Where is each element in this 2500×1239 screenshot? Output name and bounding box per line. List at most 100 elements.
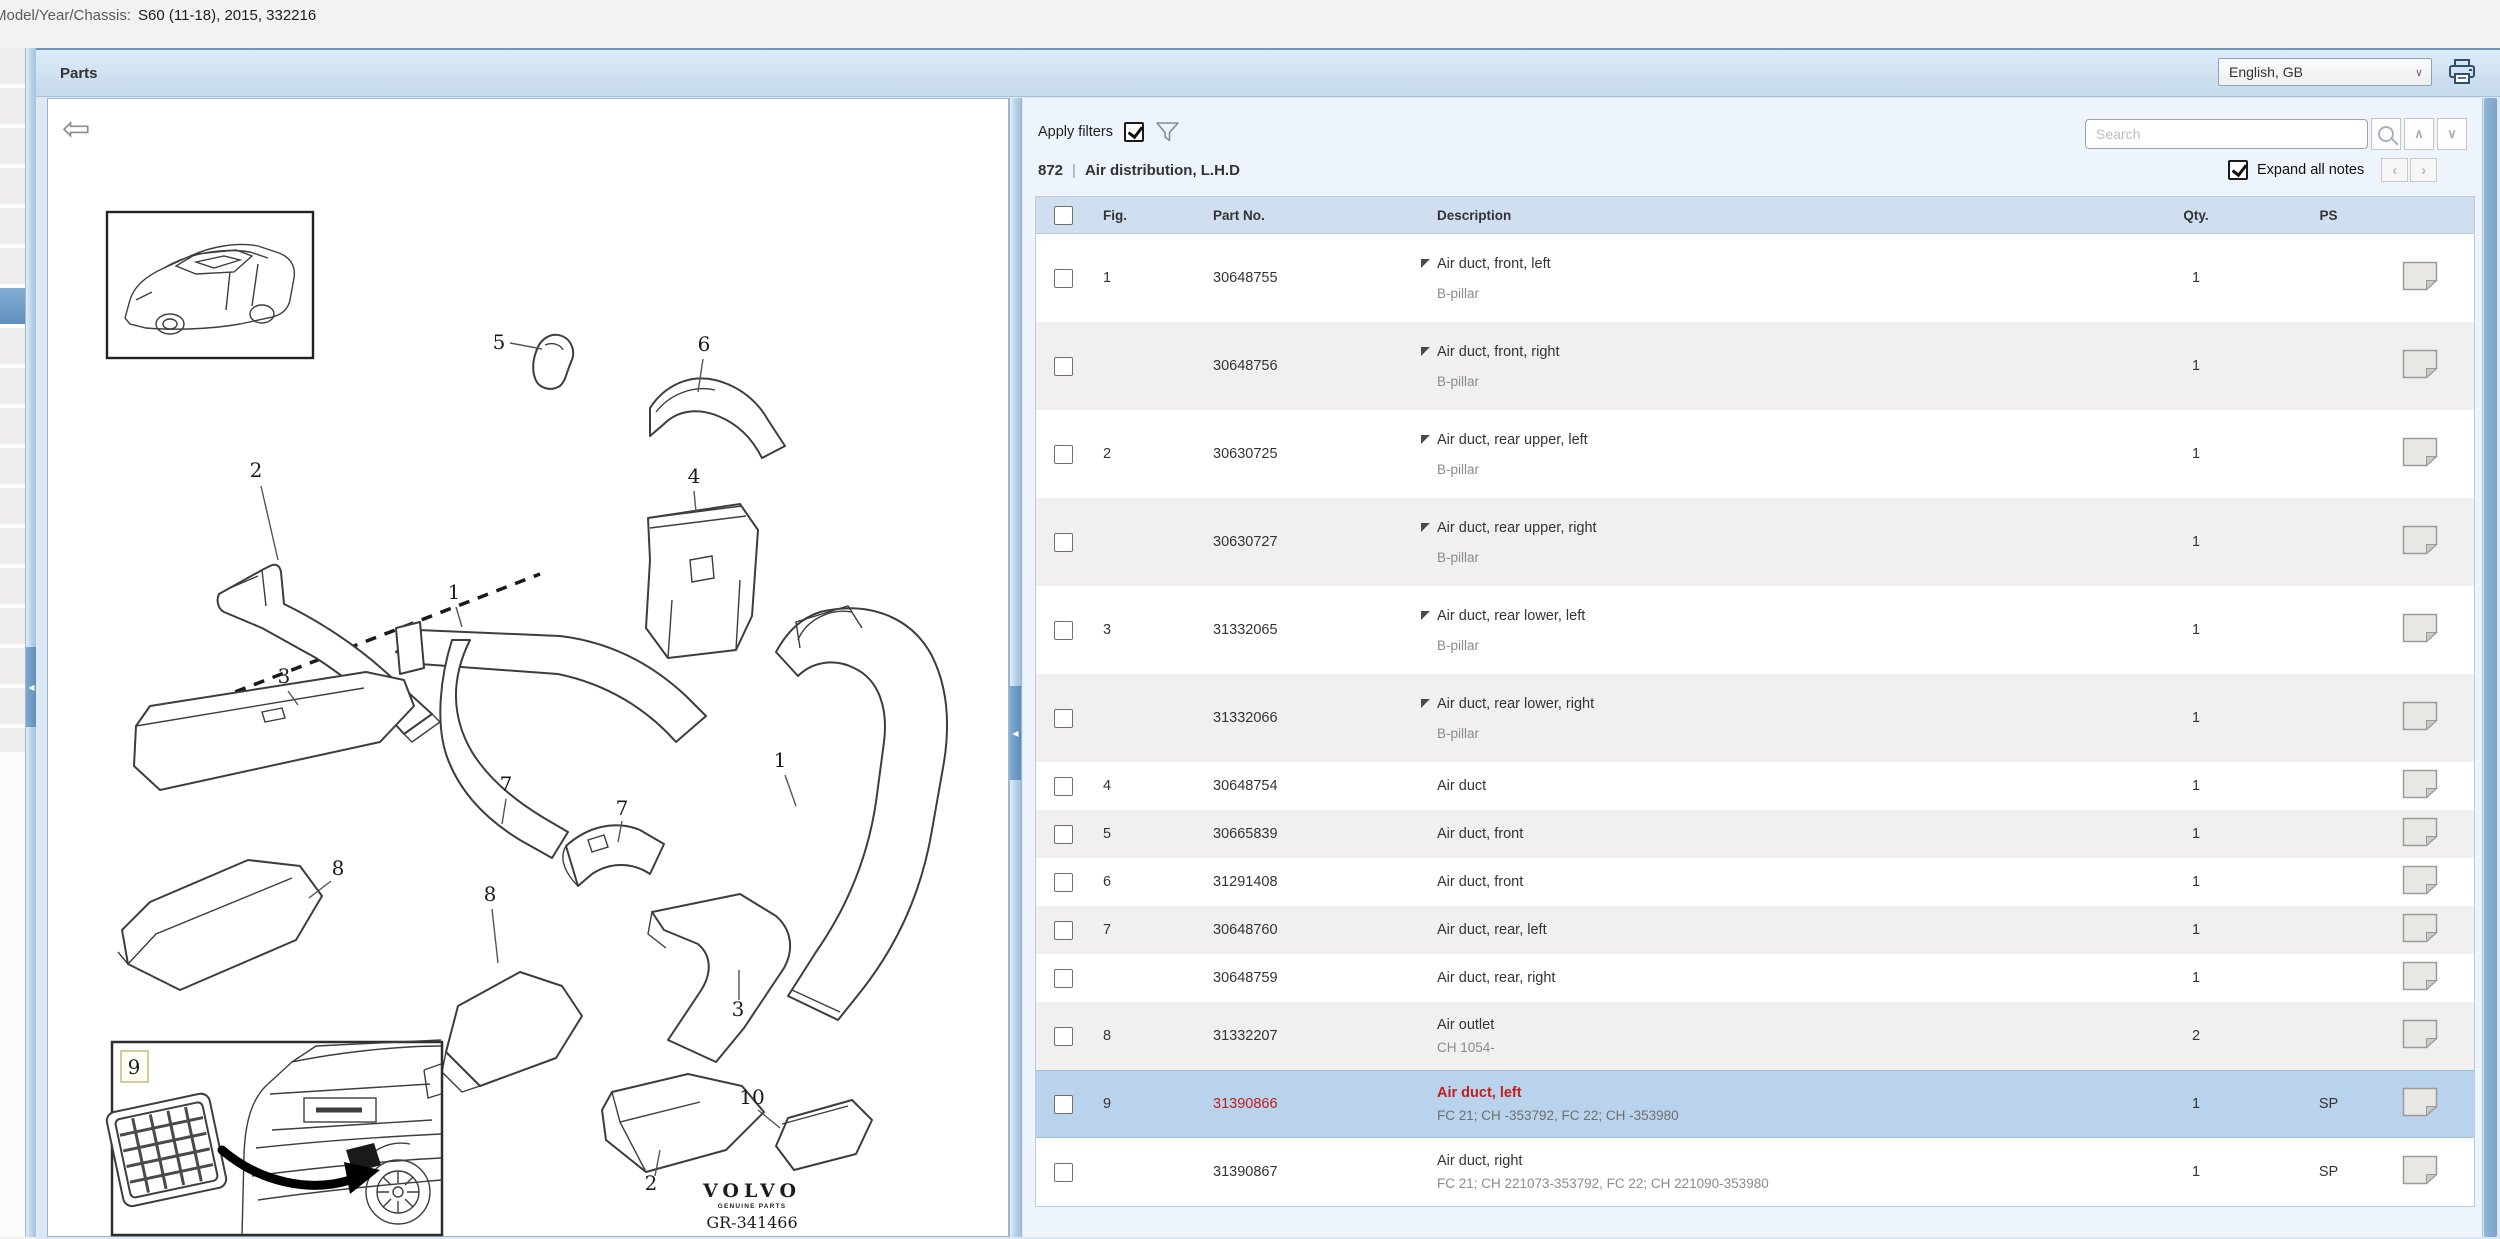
note-icon[interactable]	[2402, 1087, 2438, 1121]
sidebar-tile[interactable]	[0, 648, 25, 684]
apply-filters-checkbox[interactable]	[1124, 122, 1144, 142]
row-checkbox[interactable]	[1054, 921, 1073, 940]
table-row[interactable]: 530665839Air duct, front1	[1036, 810, 2474, 858]
part-number[interactable]: 31332207	[1201, 1028, 1426, 1044]
row-checkbox[interactable]	[1054, 445, 1073, 464]
part-number[interactable]: 31390866	[1201, 1096, 1426, 1112]
figure-number[interactable]: 2	[645, 1171, 658, 1195]
note-icon[interactable]	[2402, 817, 2438, 851]
left-thumbnail-strip[interactable]	[0, 48, 25, 752]
vertical-scrollbar[interactable]	[2482, 98, 2499, 1237]
row-checkbox[interactable]	[1054, 709, 1073, 728]
sidebar-tile[interactable]	[0, 128, 25, 164]
sidebar-tile[interactable]	[0, 568, 25, 604]
row-checkbox[interactable]	[1054, 825, 1073, 844]
filter-funnel-icon[interactable]	[1155, 120, 1181, 144]
table-row[interactable]: 30648759Air duct, rear, right1	[1036, 954, 2474, 1002]
row-checkbox[interactable]	[1054, 533, 1073, 552]
table-row[interactable]: 831332207Air outletCH 1054-2	[1036, 1002, 2474, 1070]
table-row[interactable]: 331332065Air duct, rear lower, leftB-pil…	[1036, 586, 2474, 674]
print-button[interactable]	[2446, 56, 2478, 88]
part-number[interactable]: 30648754	[1201, 778, 1426, 794]
row-checkbox[interactable]	[1054, 1095, 1073, 1114]
table-row[interactable]: 430648754Air duct1	[1036, 762, 2474, 810]
sidebar-tile[interactable]	[0, 328, 25, 364]
part-number[interactable]: 30665839	[1201, 826, 1426, 842]
sidebar-tile[interactable]	[0, 48, 25, 84]
prev-page-button[interactable]: ‹	[2381, 158, 2408, 182]
table-row-selected[interactable]: 931390866Air duct, leftFC 21; CH -353792…	[1036, 1070, 2474, 1138]
language-select[interactable]: English, GB ∨	[2218, 58, 2432, 86]
figure-number[interactable]: 8	[484, 882, 497, 906]
figure-number[interactable]: 7	[616, 796, 629, 820]
sidebar-tile[interactable]	[0, 408, 25, 444]
figure-number[interactable]: 8	[332, 856, 345, 880]
sidebar-tile[interactable]	[0, 88, 25, 124]
sidebar-tile[interactable]	[0, 448, 25, 484]
row-checkbox[interactable]	[1054, 777, 1073, 796]
row-checkbox[interactable]	[1054, 1163, 1073, 1182]
panel-splitter[interactable]: ◀	[1009, 98, 1022, 1237]
part-number[interactable]: 31332066	[1201, 710, 1426, 726]
figure-number[interactable]: 2	[250, 458, 263, 482]
row-checkbox[interactable]	[1054, 269, 1073, 288]
scrollbar-thumb[interactable]	[2484, 98, 2497, 1237]
row-checkbox[interactable]	[1054, 1027, 1073, 1046]
sidebar-tile[interactable]	[0, 208, 25, 244]
note-icon[interactable]	[2402, 437, 2438, 471]
sidebar-tile[interactable]	[0, 728, 25, 752]
select-all-checkbox[interactable]	[1054, 206, 1073, 225]
note-icon[interactable]	[2402, 961, 2438, 995]
note-icon[interactable]	[2402, 701, 2438, 735]
figure-number[interactable]: 1	[774, 748, 787, 772]
part-number[interactable]: 30630727	[1201, 534, 1426, 550]
search-input[interactable]	[2085, 119, 2368, 149]
sidebar-tile[interactable]	[0, 248, 25, 284]
panel-splitter-handle[interactable]: ◀	[1010, 686, 1021, 780]
note-icon[interactable]	[2402, 913, 2438, 947]
sidebar-tile[interactable]	[0, 608, 25, 644]
collapse-left-icon[interactable]: ◀	[28, 683, 34, 692]
part-number[interactable]: 31291408	[1201, 874, 1426, 890]
part-number[interactable]: 30648756	[1201, 358, 1426, 374]
table-row[interactable]: 631291408Air duct, front1	[1036, 858, 2474, 906]
sidebar-tile-selected[interactable]	[0, 288, 25, 324]
search-button[interactable]	[2371, 118, 2401, 150]
part-number[interactable]: 30648755	[1201, 270, 1426, 286]
part-number[interactable]: 31390867	[1201, 1164, 1426, 1180]
note-icon[interactable]	[2402, 1155, 2438, 1189]
table-row[interactable]: 130648755Air duct, front, leftB-pillar1	[1036, 234, 2474, 322]
expand-notes-checkbox[interactable]	[2228, 160, 2248, 180]
sidebar-tile[interactable]	[0, 488, 25, 524]
sidebar-tile[interactable]	[0, 528, 25, 564]
note-icon[interactable]	[2402, 261, 2438, 295]
next-page-button[interactable]: ›	[2410, 158, 2437, 182]
figure-number[interactable]: 7	[500, 772, 513, 796]
part-number[interactable]: 30648759	[1201, 970, 1426, 986]
row-checkbox[interactable]	[1054, 969, 1073, 988]
table-row[interactable]: 30630727Air duct, rear upper, rightB-pil…	[1036, 498, 2474, 586]
collapse-panel-icon[interactable]: ◀	[1012, 729, 1018, 738]
sidebar-tile[interactable]	[0, 368, 25, 404]
figure-number[interactable]: 3	[278, 664, 291, 688]
row-checkbox[interactable]	[1054, 357, 1073, 376]
row-checkbox[interactable]	[1054, 621, 1073, 640]
table-row[interactable]: 730648760Air duct, rear, left1	[1036, 906, 2474, 954]
figure-number[interactable]: 5	[493, 330, 506, 354]
figure-number[interactable]: 4	[688, 464, 701, 488]
table-row[interactable]: 31390867Air duct, rightFC 21; CH 221073-…	[1036, 1138, 2474, 1206]
table-row[interactable]: 230630725Air duct, rear upper, leftB-pil…	[1036, 410, 2474, 498]
car-thumbnail[interactable]	[107, 212, 313, 358]
part-number[interactable]: 30630725	[1201, 446, 1426, 462]
part-number[interactable]: 30648760	[1201, 922, 1426, 938]
part-number[interactable]: 31332065	[1201, 622, 1426, 638]
figure-number[interactable]: 10	[739, 1085, 764, 1109]
note-icon[interactable]	[2402, 865, 2438, 899]
sidebar-tile[interactable]	[0, 168, 25, 204]
sidebar-tile[interactable]	[0, 688, 25, 724]
note-icon[interactable]	[2402, 613, 2438, 647]
figure-number[interactable]: 6	[698, 332, 711, 356]
table-row[interactable]: 31332066Air duct, rear lower, rightB-pil…	[1036, 674, 2474, 762]
table-row[interactable]: 30648756Air duct, front, rightB-pillar1	[1036, 322, 2474, 410]
search-prev-button[interactable]: ∧	[2404, 118, 2434, 150]
